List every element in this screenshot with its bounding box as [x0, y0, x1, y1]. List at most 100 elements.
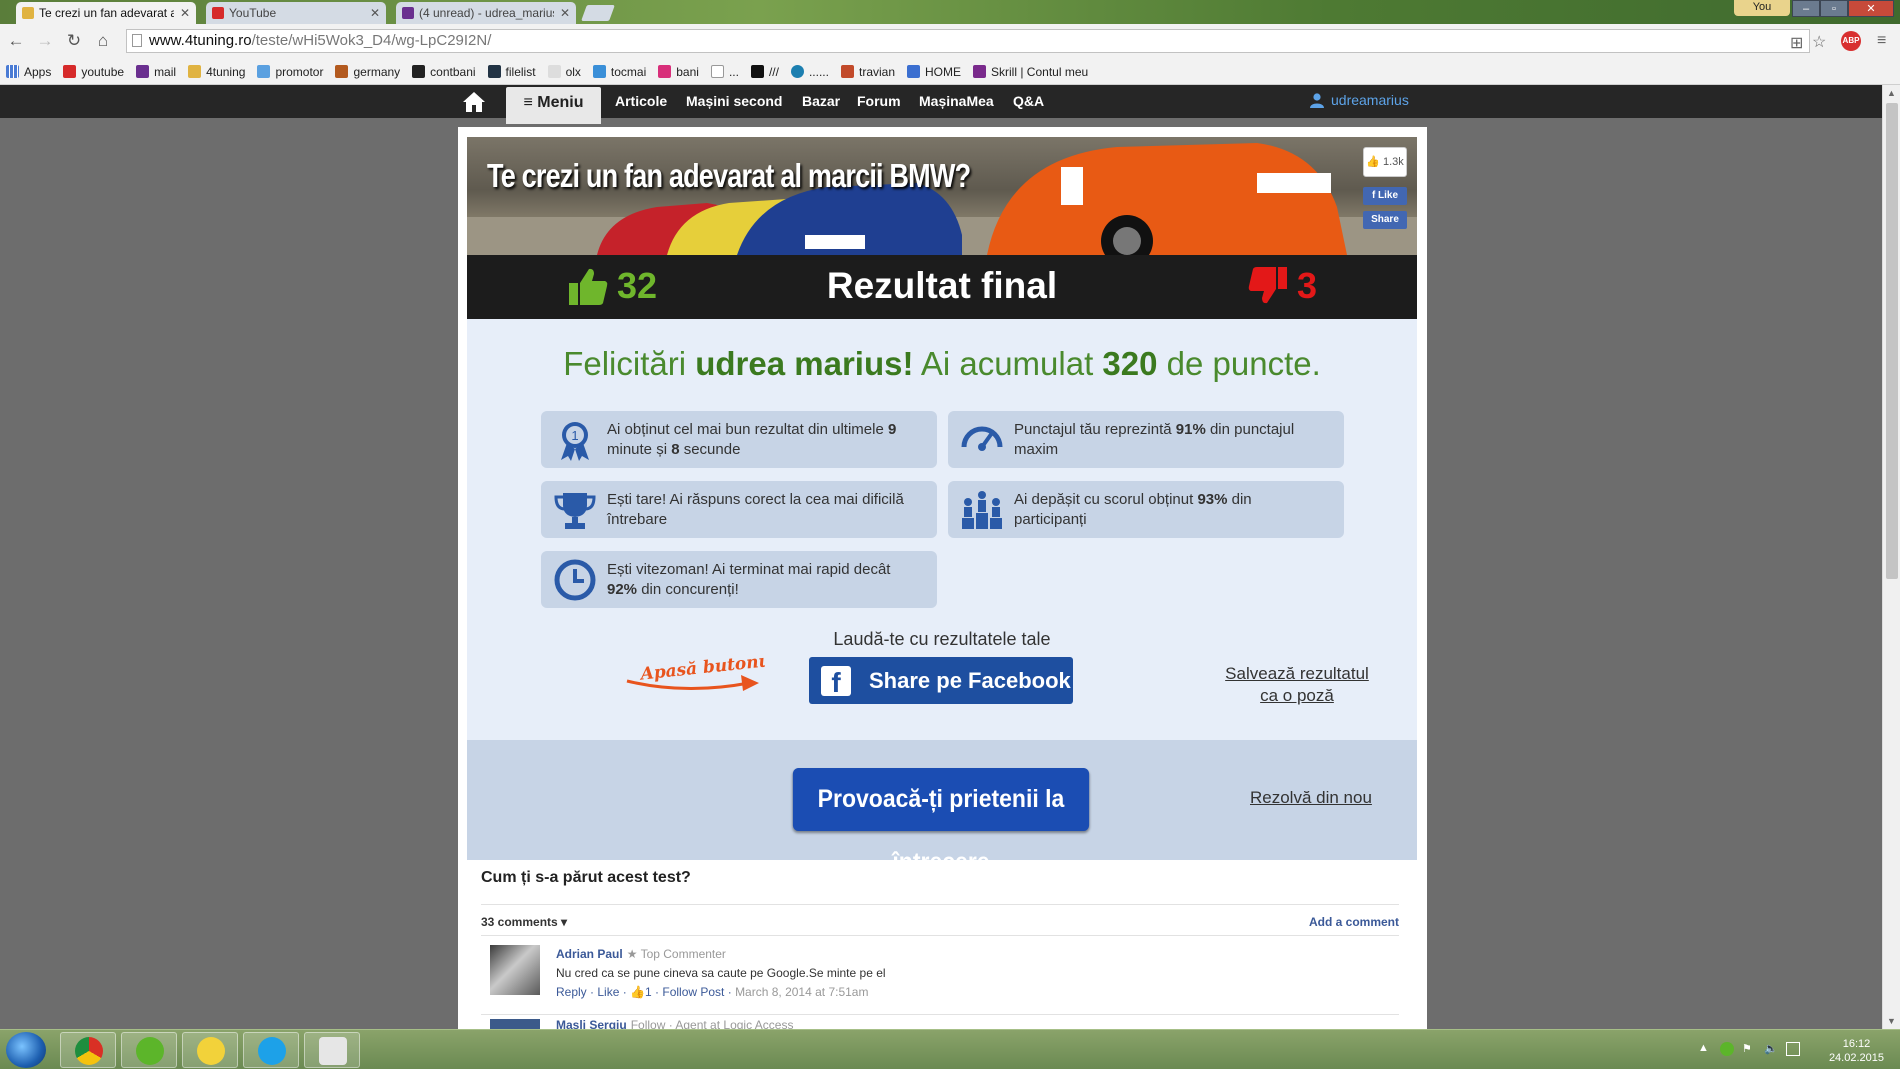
nav-qa[interactable]: Q&A	[1013, 93, 1044, 109]
home-icon[interactable]: ⌂	[94, 32, 112, 50]
share-facebook-button[interactable]: f Share pe Facebook	[809, 657, 1073, 704]
comment-item: Adrian Paul ★ Top Commenter Nu cred ca se…	[481, 945, 1399, 1015]
retry-link[interactable]: Rezolvă din nou	[1250, 788, 1372, 808]
bookmark-slashes[interactable]: ///	[750, 65, 779, 79]
taskbar-skype[interactable]	[243, 1032, 299, 1068]
window-close-button[interactable]: ✕	[1848, 0, 1894, 17]
bookmark-youtube[interactable]: youtube	[63, 65, 124, 79]
bookmark-bani[interactable]: bani	[658, 65, 699, 79]
bookmark-star-icon[interactable]: ☆	[1812, 32, 1826, 52]
maximize-button[interactable]: ▫	[1820, 0, 1848, 17]
show-hidden-icon[interactable]: ▲	[1698, 1042, 1712, 1056]
home-icon[interactable]	[462, 91, 486, 113]
nav-articole[interactable]: Articole	[615, 93, 667, 109]
nav-forum[interactable]: Forum	[857, 93, 901, 109]
forward-arrow-icon[interactable]: →	[36, 32, 54, 50]
bookmark-promotor[interactable]: promotor	[257, 65, 323, 79]
tab-quiz[interactable]: Te crezi un fan adevarat al ✕	[16, 2, 196, 24]
close-icon[interactable]: ✕	[180, 6, 190, 20]
nav-bazar[interactable]: Bazar	[802, 93, 840, 109]
tab-title: Te crezi un fan adevarat al	[39, 6, 174, 20]
username: udreamarius	[1331, 92, 1409, 108]
nav-masinamea[interactable]: MașinaMea	[919, 93, 994, 109]
bookmark-label: promotor	[275, 64, 324, 79]
challenge-friends-button[interactable]: Provoacă-ți prietenii la întrecere	[792, 768, 1090, 876]
minimize-button[interactable]: –	[1792, 0, 1820, 17]
scroll-down-icon[interactable]: ▼	[1887, 1016, 1896, 1026]
bookmark-skrill[interactable]: Skrill | Contul meu	[973, 65, 1088, 79]
quiz-banner: Te crezi un fan adevarat al marcii BMW? …	[467, 137, 1417, 255]
taskbar-chrome[interactable]	[60, 1032, 116, 1068]
author-name: Adrian Paul	[556, 947, 623, 961]
avatar[interactable]	[490, 1019, 540, 1029]
taskbar-yahoo-messenger[interactable]	[182, 1032, 238, 1068]
comment-count: 33 comments	[481, 915, 558, 929]
comment-author[interactable]: Masli Sergiu Follow · Agent at Logic Acce…	[556, 1018, 793, 1029]
add-comment-link[interactable]: Add a comment	[1309, 915, 1399, 929]
bookmark-apps[interactable]: Apps	[6, 65, 51, 79]
adblock-icon[interactable]: ABP	[1841, 31, 1861, 51]
tab-mail[interactable]: (4 unread) - udrea_marius ✕	[396, 2, 576, 24]
feedback-question: Cum ți s-a părut acest test?	[481, 869, 691, 886]
wrong-count: 3	[1297, 265, 1318, 306]
bookmarks-bar: Apps youtube mail 4tuning promotor germa…	[0, 59, 1900, 85]
facebook-share-small-button[interactable]: Share	[1363, 211, 1407, 229]
save-as-photo-link[interactable]: Salvează rezultatul ca o poză	[1217, 663, 1377, 707]
clock-icon	[554, 559, 596, 601]
close-icon[interactable]: ✕	[370, 6, 380, 20]
address-bar[interactable]: www.4tuning.ro/teste/wHi5Wok3_D4/wg-LpC2…	[126, 29, 1810, 53]
reload-icon[interactable]: ↻	[65, 32, 83, 50]
profile-button[interactable]: You	[1734, 0, 1790, 16]
like-count-badge: 👍 1.3k	[1363, 147, 1407, 177]
new-tab-button[interactable]	[581, 5, 615, 21]
bookmark-home[interactable]: HOME	[907, 65, 961, 79]
start-button[interactable]	[6, 1032, 46, 1068]
bookmark-page[interactable]: ...	[710, 65, 739, 79]
taskbar-paint[interactable]	[304, 1032, 360, 1068]
chrome-icon	[75, 1037, 103, 1065]
avatar[interactable]	[490, 945, 540, 995]
bookmark-filelist[interactable]: filelist	[487, 65, 536, 79]
bookmark-olx[interactable]: olx	[547, 65, 581, 79]
thumbs-up-icon: 👍	[630, 985, 645, 999]
bookmark-dots[interactable]: ......	[790, 65, 829, 79]
reply-link[interactable]: Reply	[556, 985, 587, 999]
card-value: 92%	[607, 581, 638, 598]
congrats-suffix: de puncte.	[1157, 345, 1321, 382]
taskbar-utorrent[interactable]	[121, 1032, 177, 1068]
tab-youtube[interactable]: YouTube ✕	[206, 2, 386, 24]
bookmark-travian[interactable]: travian	[840, 65, 895, 79]
scroll-thumb[interactable]	[1886, 103, 1898, 579]
filelist-icon	[487, 65, 501, 78]
chrome-menu-icon[interactable]: ≡	[1877, 32, 1886, 50]
network-icon[interactable]	[1786, 1042, 1800, 1056]
card-text: Ești vitezoman! Ai terminat mai rapid de…	[607, 561, 891, 578]
back-arrow-icon[interactable]: ←	[7, 32, 25, 50]
bookmark-mail[interactable]: mail	[136, 65, 176, 79]
close-icon[interactable]: ✕	[560, 6, 570, 20]
system-clock[interactable]: 16:12 24.02.2015	[1829, 1037, 1884, 1065]
follow-post-link[interactable]: Follow Post	[662, 985, 724, 999]
page-scrollbar[interactable]: ▲ ▼	[1882, 85, 1900, 1029]
bookmark-tocmai[interactable]: tocmai	[592, 64, 647, 79]
bookmark-germany[interactable]: germany	[335, 65, 400, 79]
nav-masini-second[interactable]: Mașini second	[686, 93, 782, 109]
scroll-up-icon[interactable]: ▲	[1887, 88, 1896, 98]
bookmark-contbani[interactable]: contbani	[412, 65, 476, 79]
bookmark-label: tocmai	[610, 64, 647, 79]
user-profile-link[interactable]: udreamarius	[1310, 92, 1409, 108]
flag-icon[interactable]: ⚑	[1742, 1042, 1756, 1056]
like-link[interactable]: Like	[597, 985, 619, 999]
bookmark-4tuning[interactable]: 4tuning	[188, 65, 245, 79]
utorrent-icon	[136, 1037, 164, 1065]
challenge-section: Provoacă-ți prietenii la întrecere Rezol…	[467, 740, 1417, 876]
translate-icon[interactable]: ⊞	[1790, 33, 1803, 53]
comment-count-dropdown[interactable]: 33 comments ▾	[481, 915, 567, 929]
facebook-like-button[interactable]: f Like	[1363, 187, 1407, 205]
volume-icon[interactable]: 🔈	[1764, 1042, 1778, 1056]
utorrent-tray-icon[interactable]	[1720, 1042, 1734, 1056]
menu-button[interactable]: ≡ Meniu	[506, 87, 601, 124]
page-icon	[132, 34, 142, 47]
check-icon	[750, 65, 764, 78]
comment-author[interactable]: Adrian Paul ★ Top Commenter	[556, 947, 726, 961]
